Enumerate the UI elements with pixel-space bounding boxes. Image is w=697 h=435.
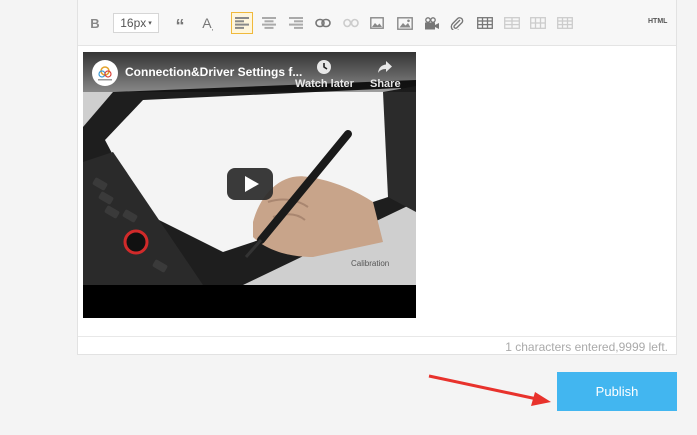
font-color-button[interactable]: A,: [200, 12, 216, 34]
paperclip-icon: [450, 17, 464, 30]
table-delete-button[interactable]: [557, 12, 573, 34]
publish-button[interactable]: Publish: [557, 372, 677, 411]
table-row-icon: [504, 17, 520, 29]
bold-button[interactable]: B: [88, 12, 102, 34]
share-button[interactable]: Share: [370, 59, 401, 90]
insert-video-button[interactable]: [424, 12, 440, 34]
align-left-button[interactable]: [231, 12, 253, 34]
chevron-down-icon: ,: [211, 22, 214, 32]
video-letterbox: [83, 285, 416, 318]
rich-text-editor: B 16px ▾ “ A, HTML Connection&Driver Set…: [77, 0, 677, 355]
align-right-icon: [289, 17, 303, 29]
play-icon: [244, 176, 259, 192]
chevron-down-icon: ▾: [148, 20, 152, 27]
brand-logo-icon: [98, 66, 112, 81]
gallery-icon: [397, 16, 413, 30]
unlink-icon: [343, 18, 359, 28]
align-left-icon: [235, 17, 249, 29]
channel-logo[interactable]: [92, 60, 118, 86]
share-icon: [378, 61, 393, 73]
table-insert-column-button[interactable]: [530, 12, 546, 34]
font-size-value: 16px: [120, 16, 147, 30]
insert-link-button[interactable]: [315, 12, 331, 34]
divider: [78, 336, 676, 337]
attach-file-button[interactable]: [450, 12, 464, 34]
video-camera-icon: [425, 16, 439, 29]
unlink-button[interactable]: [343, 12, 359, 34]
character-counter: 1 characters entered,9999 left.: [505, 340, 668, 354]
clock-icon: [317, 60, 332, 74]
share-label: Share: [370, 78, 401, 90]
video-title[interactable]: Connection&Driver Settings f...: [125, 65, 302, 79]
annotation-arrow-icon: [428, 374, 551, 406]
align-center-icon: [262, 17, 276, 29]
table-delete-icon: [557, 17, 573, 29]
editor-toolbar: B 16px ▾ “ A, HTML: [78, 0, 676, 46]
insert-image-button[interactable]: [370, 12, 384, 34]
image-icon: [370, 17, 384, 29]
font-size-select[interactable]: 16px ▾: [113, 13, 159, 33]
table-column-icon: [530, 17, 546, 29]
font-color-icon: A: [202, 15, 212, 31]
html-source-button[interactable]: HTML: [648, 18, 667, 25]
video-header: Connection&Driver Settings f...: [83, 52, 416, 92]
align-center-button[interactable]: [262, 12, 276, 34]
image-gallery-button[interactable]: [397, 12, 413, 34]
watch-later-button[interactable]: Watch later: [295, 59, 354, 90]
align-right-button[interactable]: [289, 12, 303, 34]
video-caption: Calibration: [351, 259, 390, 268]
table-insert-row-button[interactable]: [504, 12, 520, 34]
table-icon: [477, 17, 493, 29]
insert-table-button[interactable]: [477, 12, 493, 34]
blockquote-button[interactable]: “: [173, 12, 187, 36]
play-button[interactable]: [227, 168, 273, 200]
link-icon: [315, 18, 331, 28]
embedded-video[interactable]: Connection&Driver Settings f... Watch la…: [83, 52, 416, 318]
watch-later-label: Watch later: [295, 78, 354, 90]
